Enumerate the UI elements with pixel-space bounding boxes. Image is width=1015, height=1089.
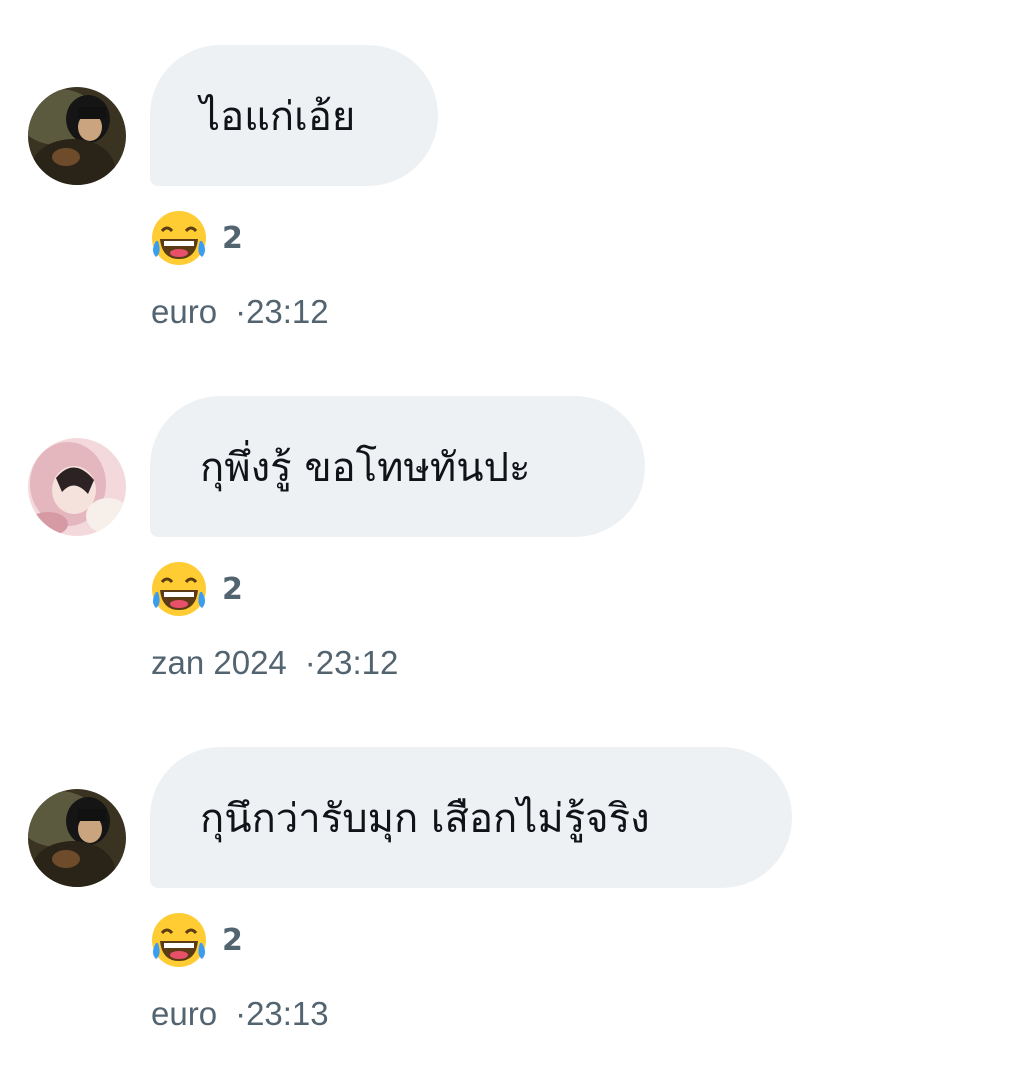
face-with-tears-of-joy-icon [148, 558, 210, 620]
sender-name[interactable]: euro [151, 293, 217, 330]
message-meta: euro ·23:13 [151, 995, 329, 1033]
sender-name[interactable]: euro [151, 995, 217, 1032]
reaction-count: 2 [222, 220, 243, 256]
reaction-badge[interactable]: 2 [148, 910, 243, 970]
avatar[interactable] [28, 87, 126, 185]
message-bubble[interactable]: ไอแก่เอ้ย [150, 45, 438, 186]
message-bubble[interactable]: กุพึ่งรู้ ขอโทษทันปะ [150, 396, 645, 537]
avatar[interactable] [28, 789, 126, 887]
face-with-tears-of-joy-icon [148, 207, 210, 269]
message-meta: zan 2024 ·23:12 [151, 644, 398, 682]
meta-separator: · [235, 995, 247, 1032]
user-avatar-dark-photo [28, 789, 126, 887]
timestamp: 23:13 [246, 995, 329, 1032]
message-meta: euro ·23:12 [151, 293, 329, 331]
message-item[interactable]: กุนึกว่ารับมุก เสือกไม่รู้จริง 2 euro ·23… [0, 747, 1015, 1047]
timestamp: 23:12 [315, 644, 399, 681]
reaction-count: 2 [222, 922, 243, 958]
message-item[interactable]: ไอแก่เอ้ย 2 euro ·23:12 [0, 45, 1015, 345]
timestamp: 23:12 [246, 293, 329, 330]
avatar[interactable] [28, 438, 126, 536]
sender-name[interactable]: zan 2024 [151, 644, 287, 681]
meta-separator: · [304, 644, 316, 681]
meta-separator: · [235, 293, 247, 330]
user-avatar-pink-hood-photo [28, 438, 126, 536]
message-bubble[interactable]: กุนึกว่ารับมุก เสือกไม่รู้จริง [150, 747, 792, 888]
user-avatar-dark-photo [28, 87, 126, 185]
reaction-count: 2 [222, 571, 243, 607]
message-item[interactable]: กุพึ่งรู้ ขอโทษทันปะ 2 zan 2024 ·23:12 [0, 396, 1015, 696]
reaction-badge[interactable]: 2 [148, 559, 243, 619]
face-with-tears-of-joy-icon [148, 909, 210, 971]
reaction-badge[interactable]: 2 [148, 208, 243, 268]
